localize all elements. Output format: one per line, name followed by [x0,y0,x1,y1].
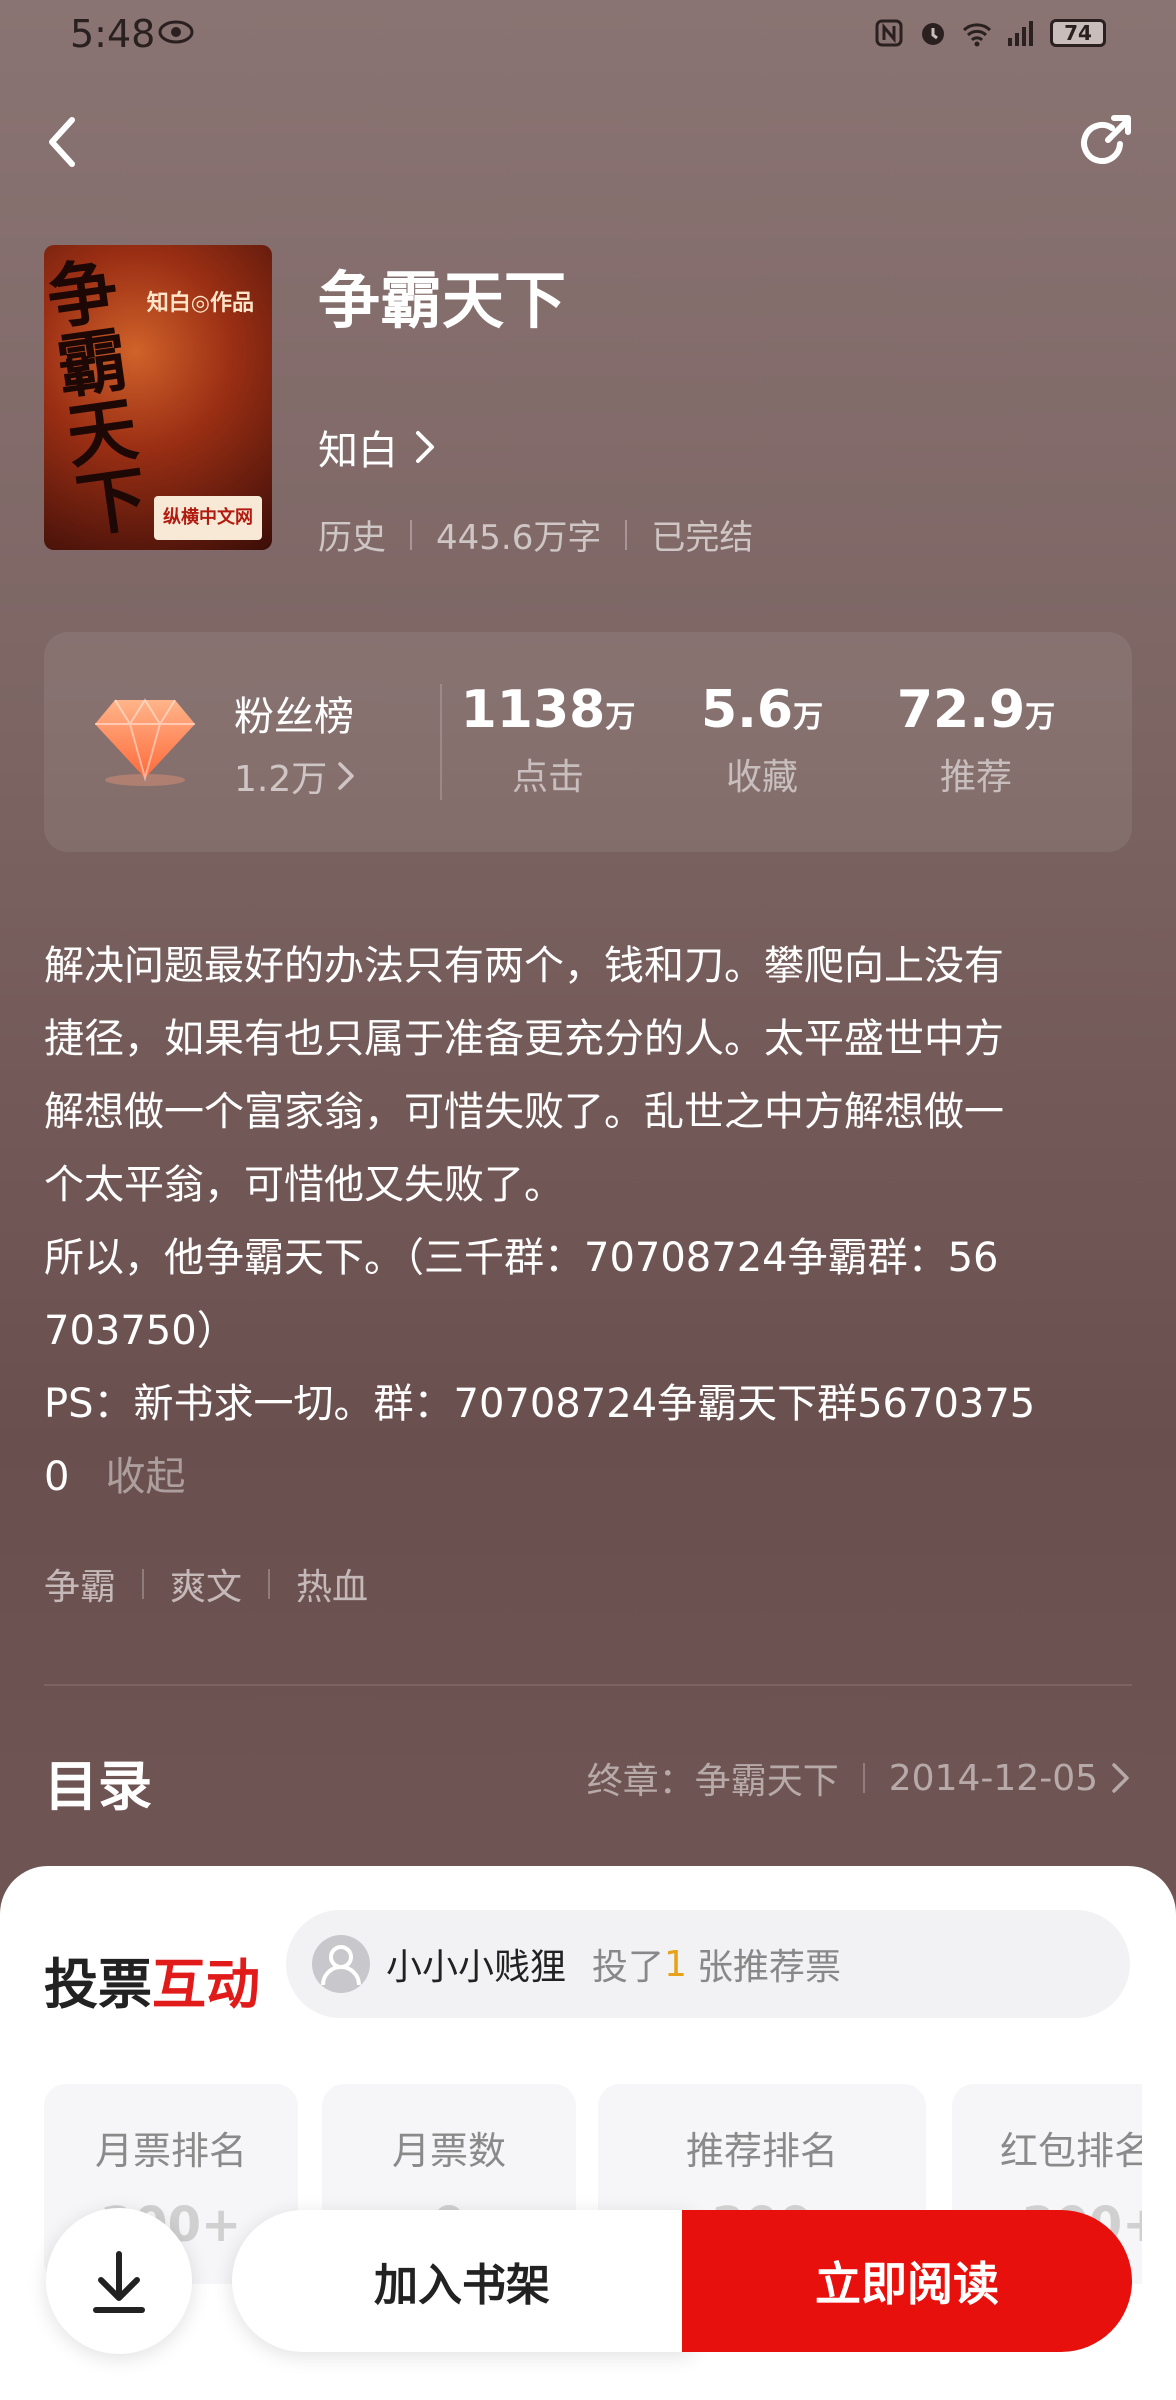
vote-title-b: 互动 [152,1952,260,2016]
divider [862,1763,865,1793]
stat-unit: 万 [793,700,824,735]
stats-card: 粉丝榜 1.2万 1138万 点击 5.6万 收藏 72.9万 推荐 [44,632,1132,852]
chevron-right-icon [416,431,434,463]
battery-indicator: 74 [1050,19,1106,47]
book-category: 历史 [318,518,386,558]
card-label: 推荐排名 [685,2129,838,2173]
card-label: 月票数 [391,2129,506,2173]
section-divider [44,1684,1132,1686]
description-line: 所以，他争霸天下。（三千群：70708724争霸群：56 [44,1235,999,1281]
card-label: 红包排名 [1000,2129,1142,2173]
wifi-icon [962,23,992,47]
divider [142,1569,145,1599]
card-label: 月票排名 [94,2129,247,2173]
divider [440,684,442,800]
nfc-icon [875,19,903,47]
tag-item[interactable]: 热血 [296,1558,368,1610]
stat-label: 推荐 [939,757,1012,798]
download-button[interactable] [46,2208,192,2354]
description-line-last: 0 收起 [44,1441,1134,1514]
description-line: 捷径，如果有也只属于准备更充分的人。太平盛世中方 [44,1016,1004,1062]
toc-latest-link[interactable]: 终章：争霸天下 2014-12-05 [587,1752,1132,1804]
vote-ticker[interactable]: 小小小贱狸 投了 1 张推荐票 [286,1910,1130,2018]
tag-item[interactable]: 争霸 [44,1558,116,1610]
alarm-icon [922,23,944,45]
fans-rank-label[interactable]: 粉丝榜 [234,684,354,742]
ticker-username: 小小小贱狸 [386,1947,567,1988]
read-now-button[interactable]: 立即阅读 [682,2210,1132,2352]
back-icon[interactable] [40,112,90,172]
eye-icon [158,20,194,44]
description-line: 703750） [44,1308,237,1354]
book-title: 争霸天下 [318,264,567,337]
divider [268,1569,271,1599]
diamond-icon [95,698,195,786]
user-icon [321,1945,361,1986]
cover-author: 知白◎作品 [146,291,254,316]
collapse-button[interactable]: 收起 [105,1454,185,1500]
stat-recommends: 72.9万 推荐 [876,680,1076,800]
stat-value: 5.6 [700,680,794,740]
share-icon[interactable] [1072,110,1136,174]
description-tail: 0 [44,1454,70,1500]
ticker-suffix: 张推荐票 [696,1947,841,1988]
latest-chapter: 终章：争霸天下 [586,1761,839,1802]
toc-title[interactable]: 目录 [44,1742,152,1821]
book-description: 解决问题最好的办法只有两个，钱和刀。攀爬向上没有 捷径，如果有也只属于准备更充分… [44,930,1134,1514]
status-icons: 74 [874,18,1106,48]
book-status: 已完结 [651,518,754,558]
stat-label: 点击 [511,757,584,798]
tag-list: 争霸 爽文 热血 [44,1558,368,1610]
chevron-right-icon [1112,1763,1129,1793]
divider [410,519,412,550]
stat-label: 收藏 [725,757,798,798]
avatar [312,1935,370,1993]
divider [625,519,628,550]
status-bar: 5:48 74 [0,0,1176,70]
stat-value: 72.9 [896,680,1026,740]
description-line: 个太平翁，可惜他又失败了。 [44,1162,564,1208]
description-line: PS：新书求一切。群：70708724争霸天下群5670375 [44,1381,1036,1427]
book-cover[interactable]: 争霸天下 知白◎作品 纵横中文网 [44,245,272,550]
stat-unit: 万 [1025,700,1056,735]
author-name: 知白 [318,428,398,474]
description-line: 解想做一个富家翁，可惜失败了。乱世之中方解想做一 [44,1089,1004,1135]
vote-title-a: 投票 [44,1952,152,2016]
fans-rank-number: 1.2万 [234,759,328,800]
vote-section-title: 投票互动 [44,1940,260,2019]
description-line: 解决问题最好的办法只有两个，钱和刀。攀爬向上没有 [44,943,1004,989]
chevron-right-icon [338,762,355,790]
stat-clicks: 1138万 点击 [448,680,648,800]
fans-rank-value[interactable]: 1.2万 [234,750,355,802]
stat-unit: 万 [605,700,636,735]
tag-item[interactable]: 爽文 [170,1558,242,1610]
cover-stamp: 纵横中文网 [154,496,262,540]
book-meta: 历史 445.6万字 已完结 [318,510,753,559]
stat-favorites: 5.6万 收藏 [662,680,862,800]
author-link[interactable]: 知白 [318,418,436,476]
download-icon [93,2251,145,2313]
signal-icon [1008,21,1033,46]
latest-date: 2014-12-05 [888,1757,1098,1799]
ticker-count: 1 [664,1943,687,1985]
stat-value: 1138 [460,680,606,740]
ticker-action: 投了 [592,1947,665,1988]
book-word-count: 445.6万字 [436,518,602,558]
add-to-shelf-button[interactable]: 加入书架 [232,2210,692,2352]
status-time: 5:48 [70,12,156,56]
